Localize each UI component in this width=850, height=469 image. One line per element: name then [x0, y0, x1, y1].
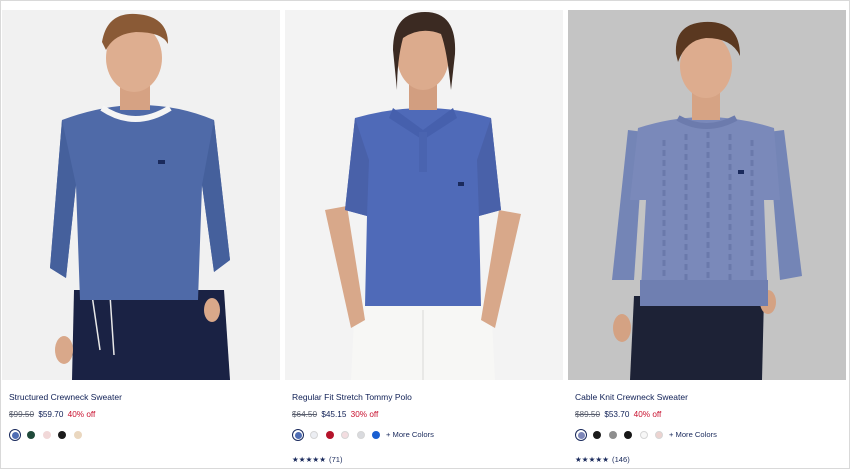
product-image[interactable] [2, 10, 280, 380]
more-colors-link[interactable]: + More Colors [669, 430, 717, 439]
product-card[interactable]: Structured Crewneck Sweater $99.50 $59.7… [2, 10, 280, 441]
color-swatches [9, 428, 280, 441]
color-swatches: + More Colors [575, 428, 846, 441]
more-colors-link[interactable]: + More Colors [386, 430, 434, 439]
color-swatch[interactable] [325, 430, 334, 439]
color-swatch[interactable] [593, 430, 601, 439]
review-count: (71) [329, 455, 343, 464]
color-swatch[interactable] [58, 430, 67, 439]
discount-label: 40% off [633, 410, 662, 419]
sale-price: $59.70 [38, 410, 64, 419]
color-swatch[interactable] [73, 430, 82, 439]
product-title[interactable]: Structured Crewneck Sweater [9, 392, 280, 402]
color-swatch[interactable] [575, 428, 587, 441]
original-price: $64.50 [292, 410, 318, 419]
color-swatch[interactable] [608, 430, 617, 439]
color-swatch[interactable] [341, 430, 350, 439]
rating[interactable]: ★★★★★ (146) [575, 455, 846, 464]
product-image[interactable] [568, 10, 846, 380]
discount-label: 40% off [67, 410, 96, 419]
color-swatch[interactable] [42, 430, 51, 439]
product-title[interactable]: Cable Knit Crewneck Sweater [575, 392, 846, 402]
color-swatch[interactable] [372, 430, 381, 439]
star-rating-icon: ★★★★★ [575, 455, 610, 464]
color-swatch[interactable] [292, 428, 304, 441]
rating[interactable]: ★★★★★ (71) [292, 455, 563, 464]
color-swatches: + More Colors [292, 428, 563, 441]
product-card[interactable]: Cable Knit Crewneck Sweater $89.50 $53.7… [568, 10, 846, 464]
color-swatch[interactable] [310, 430, 318, 439]
color-swatch[interactable] [27, 430, 35, 439]
discount-label: 30% off [350, 410, 379, 419]
price-row: $89.50 $53.70 40% off [575, 410, 846, 419]
product-card[interactable]: Regular Fit Stretch Tommy Polo $64.50 $4… [285, 10, 563, 464]
color-swatch[interactable] [639, 430, 648, 439]
original-price: $99.50 [9, 410, 35, 419]
review-count: (146) [612, 455, 630, 464]
product-title[interactable]: Regular Fit Stretch Tommy Polo [292, 392, 563, 402]
sale-price: $53.70 [604, 410, 630, 419]
color-swatch[interactable] [9, 428, 21, 441]
color-swatch[interactable] [655, 430, 664, 439]
color-swatch[interactable] [356, 430, 365, 439]
color-swatch[interactable] [624, 430, 633, 439]
product-image[interactable] [285, 10, 563, 380]
original-price: $89.50 [575, 410, 601, 419]
star-rating-icon: ★★★★★ [292, 455, 327, 464]
price-row: $64.50 $45.15 30% off [292, 410, 563, 419]
sale-price: $45.15 [321, 410, 347, 419]
price-row: $99.50 $59.70 40% off [9, 410, 280, 419]
